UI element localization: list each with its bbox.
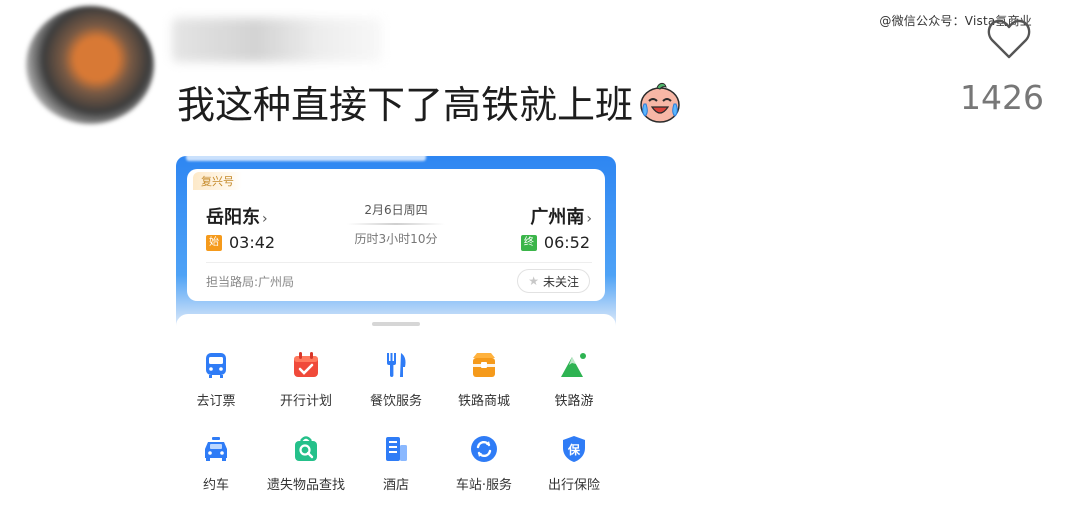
service-rail-tour[interactable]: 铁路游 <box>530 350 616 409</box>
service-lost-found[interactable]: 遗失物品查找 <box>262 434 350 493</box>
username-blurred <box>172 18 382 62</box>
follow-label: 未关注 <box>542 274 579 289</box>
hotel-building-icon <box>381 434 411 464</box>
calendar-check-icon <box>291 350 321 380</box>
drag-handle[interactable] <box>372 322 420 326</box>
service-book-ticket[interactable]: 去订票 <box>176 350 260 409</box>
service-car[interactable]: 约车 <box>176 434 260 493</box>
crying-laughing-emoji-icon <box>637 79 683 125</box>
departure-time-row: 始 03:42 <box>206 233 275 252</box>
arrival-time-row: 终 06:52 <box>520 233 590 252</box>
service-label: 酒店 <box>382 478 409 493</box>
card-divider <box>206 262 592 263</box>
service-label: 车站·服务 <box>455 478 513 493</box>
service-schedule[interactable]: 开行计划 <box>262 350 350 409</box>
service-panel: 去订票 开行计划 餐饮服务 铁路商城 铁路游 约车 遗失物品查找 酒店 车站·服… <box>176 314 616 501</box>
comment-body: 我这种直接下了高铁就上班 <box>177 83 634 127</box>
service-label: 铁路游 <box>554 394 594 409</box>
avatar[interactable] <box>26 6 154 124</box>
follow-button[interactable]: ★ 未关注 <box>517 269 590 293</box>
shop-bag-icon <box>469 350 499 380</box>
comment-text: 我这种直接下了高铁就上班 <box>177 74 683 129</box>
lost-bag-search-icon <box>291 434 321 464</box>
service-label: 约车 <box>202 478 229 493</box>
cropped-header-text <box>186 156 426 161</box>
service-label: 去订票 <box>196 394 236 409</box>
car-icon <box>201 434 231 464</box>
service-label: 餐饮服务 <box>369 394 422 409</box>
svg-text:保: 保 <box>567 442 581 457</box>
train-type-tag: 复兴号 <box>193 172 242 190</box>
like-count: 1426 <box>960 78 1044 117</box>
train-ticket-card[interactable]: 复兴号 岳阳东 › 广州南 › 2月6日周四 历时3小时10分 始 03:42 终 … <box>187 169 605 301</box>
start-badge: 始 <box>206 234 222 251</box>
star-icon: ★ <box>528 274 539 288</box>
service-dining[interactable]: 餐饮服务 <box>352 350 440 409</box>
service-label: 开行计划 <box>279 394 332 409</box>
service-insurance[interactable]: 保 出行保险 <box>530 434 616 493</box>
railway-bureau: 担当路局:广州局 <box>206 275 295 289</box>
insurance-shield-icon: 保 <box>559 434 589 464</box>
service-label: 出行保险 <box>547 478 600 493</box>
ticket-train-icon <box>201 350 231 380</box>
mountain-icon <box>559 350 589 380</box>
departure-time: 03:42 <box>229 233 276 252</box>
arrival-time: 06:52 <box>543 233 590 252</box>
travel-date: 2月6日周四 <box>364 203 428 217</box>
service-station[interactable]: 车站·服务 <box>440 434 528 493</box>
fork-knife-icon <box>381 350 411 380</box>
heart-like-icon[interactable] <box>986 18 1032 60</box>
service-mall[interactable]: 铁路商城 <box>440 350 528 409</box>
route-divider <box>347 223 445 225</box>
end-badge: 终 <box>520 234 537 251</box>
screenshot-image: 复兴号 岳阳东 › 广州南 › 2月6日周四 历时3小时10分 始 03:42 终 … <box>176 156 616 501</box>
service-label: 遗失物品查找 <box>266 478 345 493</box>
service-hotel[interactable]: 酒店 <box>352 434 440 493</box>
service-label: 铁路商城 <box>457 394 510 409</box>
station-service-icon <box>469 434 499 464</box>
